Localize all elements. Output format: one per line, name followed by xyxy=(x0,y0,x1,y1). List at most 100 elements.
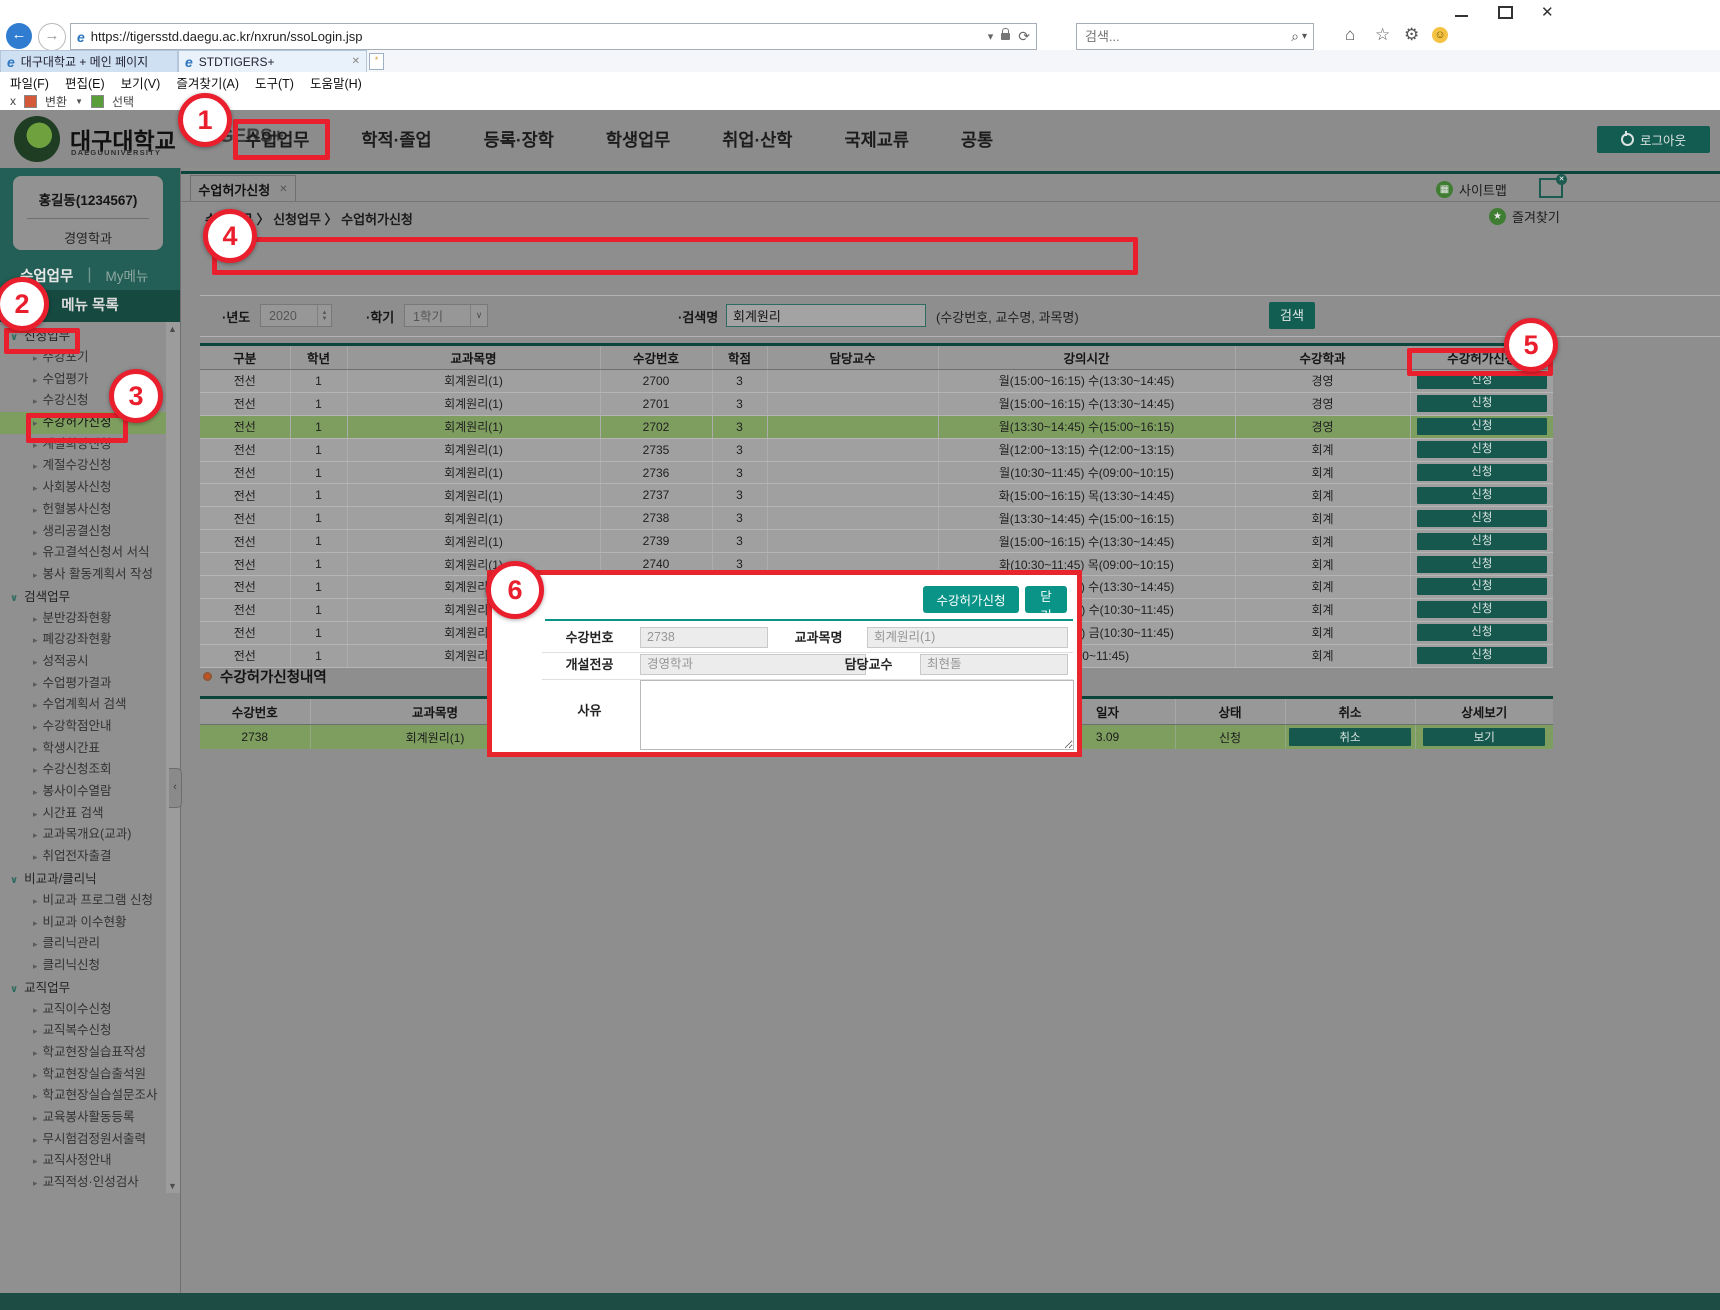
sidebar-item[interactable]: ▸수업평가결과 xyxy=(0,673,166,695)
scroll-up-icon[interactable]: ▲ xyxy=(168,324,177,334)
back-button[interactable]: ← xyxy=(6,23,32,49)
browser-tab-daegu[interactable]: e 대구대학교 + 메인 페이지 xyxy=(0,50,178,72)
nav-international[interactable]: 국제교류 xyxy=(845,127,909,152)
term-select[interactable]: 1학기 ∨ xyxy=(404,304,488,327)
page-tab[interactable]: 수업허가신청 ✕ xyxy=(190,175,296,202)
menu-tools[interactable]: 도구(T) xyxy=(255,73,294,92)
gear-icon[interactable]: ⚙ xyxy=(1404,25,1419,45)
window-close-button[interactable]: ✕ xyxy=(1541,6,1557,20)
browser-search-box[interactable]: ⌕ ▾ xyxy=(1076,23,1314,50)
popup-window-icon[interactable]: ✕ xyxy=(1539,178,1563,198)
search-icon[interactable]: ⌕ xyxy=(1291,28,1299,45)
nav-records[interactable]: 학적·졸업 xyxy=(361,127,431,152)
year-spinner[interactable]: 2020 ▲ ▼ xyxy=(260,304,332,327)
sidebar-group[interactable]: ∨검색업무 xyxy=(0,586,166,608)
address-bar[interactable]: e https://tigersstd.daegu.ac.kr/nxrun/ss… xyxy=(70,23,1037,50)
apply-button[interactable]: 신청 xyxy=(1417,464,1547,481)
sidebar-item[interactable]: ▸비교과 이수현황 xyxy=(0,912,166,934)
nav-common[interactable]: 공통 xyxy=(961,127,993,152)
scroll-down-icon[interactable]: ▼ xyxy=(168,1181,177,1191)
favorites-star-icon[interactable]: ☆ xyxy=(1375,25,1390,45)
apply-button[interactable]: 신청 xyxy=(1417,441,1547,458)
sidebar-item[interactable]: ▸계절수강신청 xyxy=(0,455,166,477)
sidebar-item[interactable]: ▸학교현장실습출석원 xyxy=(0,1064,166,1086)
menu-help[interactable]: 도움말(H) xyxy=(310,73,362,92)
logout-button[interactable]: 로그아웃 xyxy=(1597,126,1710,153)
apply-button[interactable]: 신청 xyxy=(1417,395,1547,412)
favorites-button[interactable]: ★ 즐겨찾기 xyxy=(1489,207,1560,226)
chevron-down-icon[interactable]: ▼ xyxy=(75,97,83,106)
sidebar-group[interactable]: ∨교직업무 xyxy=(0,977,166,999)
search-button[interactable]: 검색 xyxy=(1269,302,1315,329)
sidebar-item[interactable]: ▸학교현장실습표작성 xyxy=(0,1042,166,1064)
table-row[interactable]: 전선1회계원리(1)27013월(15:00~16:15) 수(13:30~14… xyxy=(200,392,1553,415)
table-row[interactable]: 전선1회계원리(1)27383월(13:30~14:45) 수(15:00~16… xyxy=(200,507,1553,530)
sidebar-item[interactable]: ▸클리닉신청 xyxy=(0,955,166,977)
sidebar-item[interactable]: ▸봉사이수열람 xyxy=(0,781,166,803)
sidebar-item[interactable]: ▸폐강강좌현황 xyxy=(0,629,166,651)
new-tab-button[interactable]: * xyxy=(369,53,384,70)
spin-down-icon[interactable]: ▼ xyxy=(322,316,328,322)
menu-view[interactable]: 보기(V) xyxy=(121,73,161,92)
sidebar-item[interactable]: ▸사회봉사신청 xyxy=(0,477,166,499)
apply-button[interactable]: 신청 xyxy=(1417,533,1547,550)
sidebar-item[interactable]: ▸헌혈봉사신청 xyxy=(0,499,166,521)
detail-button[interactable]: 보기 xyxy=(1423,728,1545,746)
nav-student[interactable]: 학생업무 xyxy=(606,127,670,152)
addon-close-button[interactable]: x xyxy=(10,94,16,108)
home-icon[interactable]: ⌂ xyxy=(1345,25,1355,45)
window-maximize-button[interactable] xyxy=(1498,6,1513,19)
sidebar-item[interactable]: ▸학생시간표 xyxy=(0,738,166,760)
sitemap-button[interactable]: ▦ 사이트맵 xyxy=(1436,180,1507,199)
table-row[interactable]: 전선1회계원리(1)27373화(15:00~16:15) 목(13:30~14… xyxy=(200,484,1553,507)
apply-button[interactable]: 신청 xyxy=(1417,556,1547,573)
apply-button[interactable]: 신청 xyxy=(1417,487,1547,504)
nav-registration[interactable]: 등록·장학 xyxy=(484,127,554,152)
browser-search-input[interactable] xyxy=(1077,28,1291,45)
page-tab-close-icon[interactable]: ✕ xyxy=(279,184,287,195)
forward-button[interactable]: → xyxy=(38,23,66,51)
sidebar-collapse-handle[interactable]: ‹ xyxy=(169,768,182,808)
sidebar-tab-mymenu[interactable]: My메뉴 xyxy=(106,265,149,285)
table-row[interactable]: 전선1회계원리(1)27353월(12:00~13:15) 수(12:00~13… xyxy=(200,438,1553,461)
sidebar-item[interactable]: ▸봉사 활동계획서 작성 xyxy=(0,564,166,586)
sidebar-scrollbar[interactable]: ▲ ▼ xyxy=(166,322,180,1193)
sidebar-item[interactable]: ▸교과목개요(교과) xyxy=(0,824,166,846)
search-dropdown-icon[interactable]: ▾ xyxy=(1302,31,1307,42)
browser-tab-stdtigers[interactable]: e STDTIGERS+ ✕ xyxy=(178,50,367,72)
table-row[interactable]: 전선1회계원리(1)27023월(13:30~14:45) 수(15:00~16… xyxy=(200,415,1553,438)
sidebar-item[interactable]: ▸교직사정안내 xyxy=(0,1150,166,1172)
apply-button[interactable]: 신청 xyxy=(1417,624,1547,641)
apply-button[interactable]: 신청 xyxy=(1417,510,1547,527)
chevron-down-icon[interactable]: ∨ xyxy=(470,305,487,326)
sidebar-item[interactable]: ▸교육봉사활동등록 xyxy=(0,1107,166,1129)
sidebar-item[interactable]: ▸교직적성·인성검사 xyxy=(0,1172,166,1193)
apply-button[interactable]: 신청 xyxy=(1417,418,1547,435)
table-row[interactable]: 전선1회계원리(1)27003월(15:00~16:15) 수(13:30~14… xyxy=(200,370,1553,393)
menu-file[interactable]: 파일(F) xyxy=(10,73,49,92)
addon-convert-button[interactable]: 변환 xyxy=(45,93,67,110)
sidebar-item[interactable]: ▸클리닉관리 xyxy=(0,933,166,955)
sidebar-item[interactable]: ▸수강신청조회 xyxy=(0,759,166,781)
url-text[interactable]: https://tigersstd.daegu.ac.kr/nxrun/ssoL… xyxy=(91,29,363,44)
sidebar-item[interactable]: ▸무시험검정원서출력 xyxy=(0,1129,166,1151)
addon-select-button[interactable]: 선택 xyxy=(112,93,134,110)
menu-edit[interactable]: 편집(E) xyxy=(65,73,105,92)
smiley-icon[interactable]: ☺ xyxy=(1432,27,1448,43)
sidebar-item[interactable]: ▸학교현장실습설문조사 xyxy=(0,1085,166,1107)
sidebar-item[interactable]: ▸분반강좌현황 xyxy=(0,608,166,630)
sidebar-group[interactable]: ∨비교과/클리닉 xyxy=(0,868,166,890)
apply-button[interactable]: 신청 xyxy=(1417,647,1547,664)
modal-close-button[interactable]: 닫기 xyxy=(1025,586,1067,613)
apply-button[interactable]: 신청 xyxy=(1417,578,1547,595)
nav-career[interactable]: 취업·산학 xyxy=(722,127,792,152)
sidebar-item[interactable]: ▸수업계획서 검색 xyxy=(0,694,166,716)
menu-favorites[interactable]: 즐겨찾기(A) xyxy=(176,73,239,92)
sidebar-item[interactable]: ▸교직복수신청 xyxy=(0,1020,166,1042)
window-minimize-button[interactable] xyxy=(1455,6,1468,17)
cancel-button[interactable]: 취소 xyxy=(1289,728,1411,746)
reason-textarea[interactable] xyxy=(640,680,1074,750)
search-query-input[interactable] xyxy=(726,304,926,327)
table-row[interactable]: 전선1회계원리(1)27393월(15:00~16:15) 수(13:30~14… xyxy=(200,530,1553,553)
sidebar-item[interactable]: ▸취업전자출결 xyxy=(0,846,166,868)
